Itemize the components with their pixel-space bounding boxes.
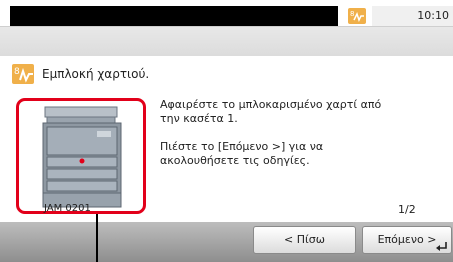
next-button[interactable]: Επόμενο > [362, 226, 452, 254]
back-button[interactable]: < Πίσω [253, 226, 356, 254]
bottom-bar: < Πίσω Επόμενο > [0, 222, 453, 262]
printer-machine-icon [42, 106, 122, 208]
clock-area: 10:10 [372, 6, 453, 26]
page-indicator: 1/2 [398, 203, 416, 216]
jam-message-panel: 8 Εμπλοκή χαρτιού. JAM 0201 Αφαιρέστε το… [0, 56, 453, 222]
instruction-line-2: Πιέστε το [Επόμενο >] για να ακολουθήσετ… [160, 140, 324, 167]
instruction-text: Αφαιρέστε το μπλοκαρισμένο χαρτί από την… [160, 98, 400, 182]
jam-code: JAM 0201 [44, 203, 91, 214]
callout-leader-line [96, 214, 98, 262]
enter-icon [436, 242, 447, 251]
status-bar: 8 10:10 [0, 0, 453, 26]
instruction-line-1: Αφαιρέστε το μπλοκαρισμένο χαρτί από την… [160, 98, 382, 125]
header-band [0, 26, 453, 56]
message-title: Εμπλοκή χαρτιού. [42, 67, 150, 81]
paper-jam-alert-icon[interactable]: 8 [348, 8, 366, 24]
paper-jam-icon: 8 [12, 64, 34, 84]
clock: 10:10 [417, 9, 449, 22]
svg-text:8: 8 [14, 67, 20, 77]
svg-text:8: 8 [350, 10, 354, 18]
machine-illustration-highlight [16, 98, 146, 214]
status-message-area [10, 6, 338, 26]
next-button-label: Επόμενο > [377, 233, 437, 246]
